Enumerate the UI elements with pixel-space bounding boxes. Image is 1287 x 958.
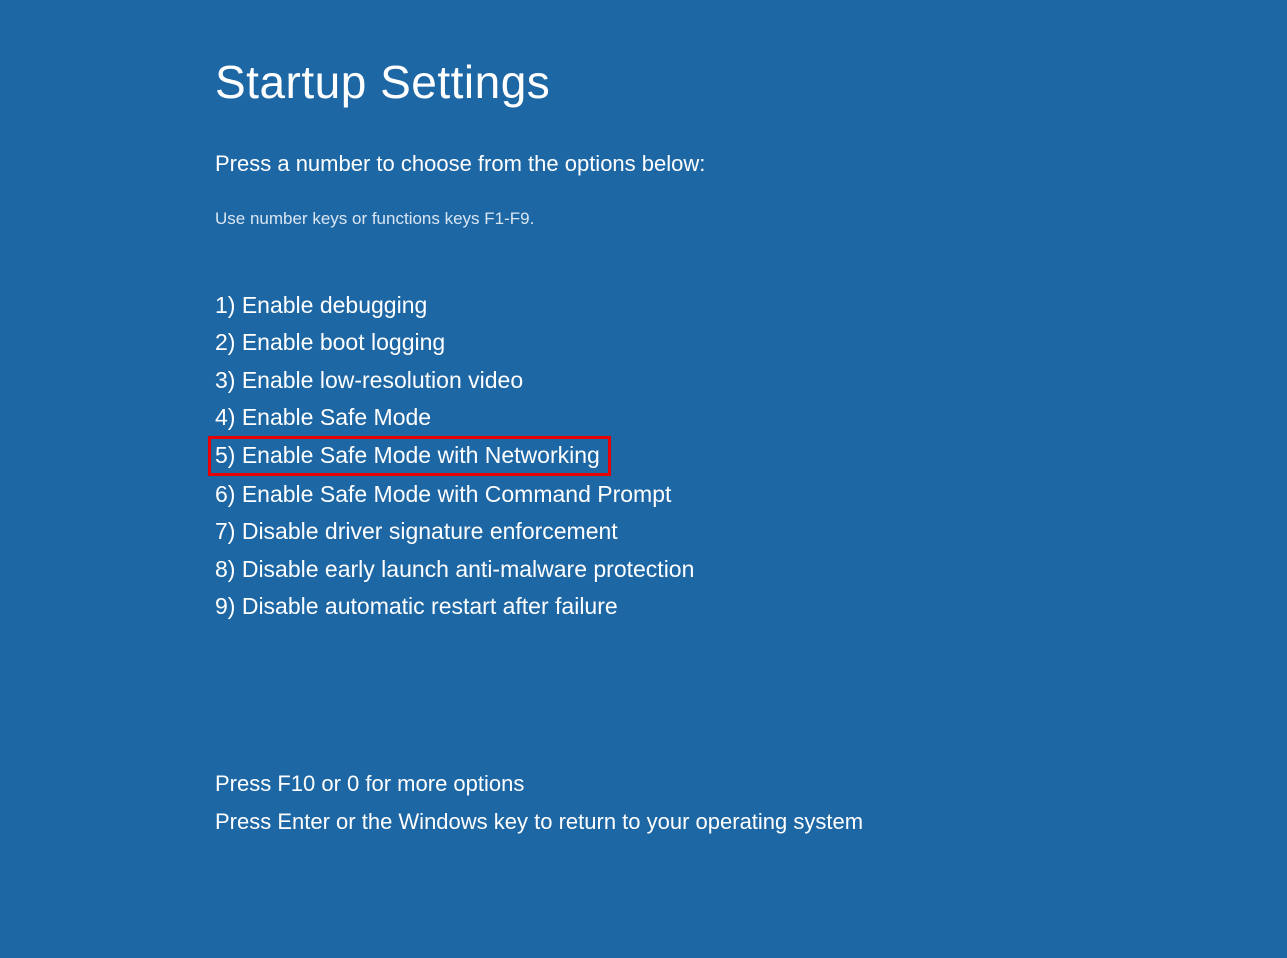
instruction-text: Press a number to choose from the option…	[215, 151, 1287, 177]
footer-instructions: Press F10 or 0 for more options Press En…	[215, 765, 1287, 840]
option-9-disable-automatic-restart[interactable]: 9) Disable automatic restart after failu…	[215, 588, 1287, 625]
startup-settings-screen: Startup Settings Press a number to choos…	[0, 0, 1287, 840]
option-1-enable-debugging[interactable]: 1) Enable debugging	[215, 287, 1287, 324]
hint-text: Use number keys or functions keys F1-F9.	[215, 209, 1287, 229]
footer-return-os: Press Enter or the Windows key to return…	[215, 803, 1287, 840]
option-6-enable-safe-mode-command-prompt[interactable]: 6) Enable Safe Mode with Command Prompt	[215, 476, 1287, 513]
option-8-disable-anti-malware[interactable]: 8) Disable early launch anti-malware pro…	[215, 551, 1287, 588]
page-title: Startup Settings	[215, 55, 1287, 109]
option-4-enable-safe-mode[interactable]: 4) Enable Safe Mode	[215, 399, 1287, 436]
boot-options-list: 1) Enable debugging 2) Enable boot loggi…	[215, 287, 1287, 625]
highlighted-option: 5) Enable Safe Mode with Networking	[208, 436, 611, 476]
option-7-disable-driver-signature[interactable]: 7) Disable driver signature enforcement	[215, 513, 1287, 550]
option-2-enable-boot-logging[interactable]: 2) Enable boot logging	[215, 324, 1287, 361]
footer-more-options: Press F10 or 0 for more options	[215, 765, 1287, 802]
option-5-enable-safe-mode-networking[interactable]: 5) Enable Safe Mode with Networking	[215, 436, 1287, 476]
option-3-enable-low-resolution-video[interactable]: 3) Enable low-resolution video	[215, 362, 1287, 399]
